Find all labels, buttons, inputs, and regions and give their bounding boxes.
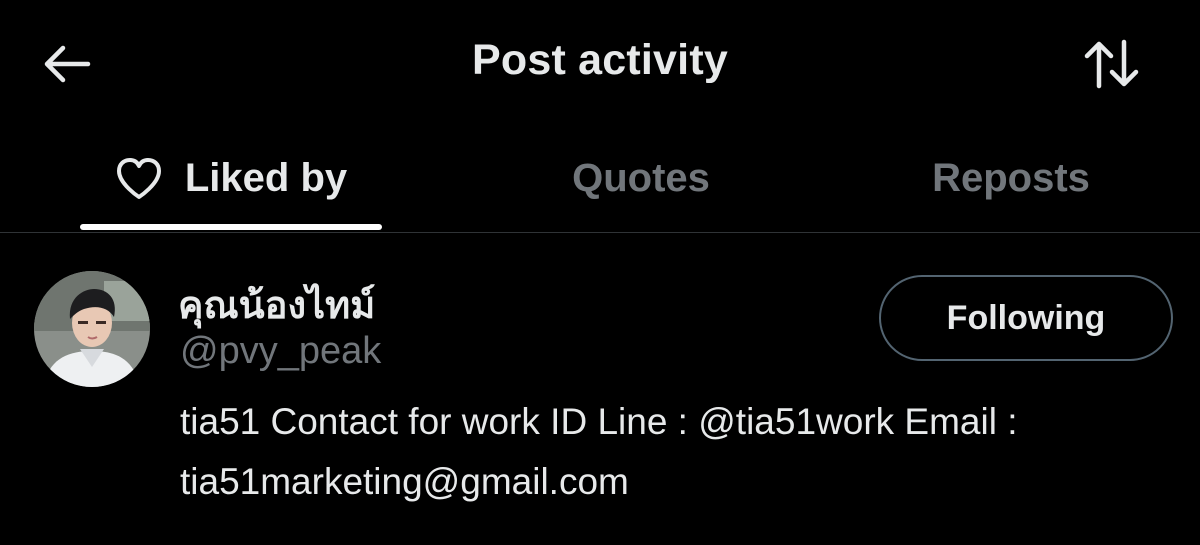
user-list-item[interactable]: คุณน้องไทม์ @pvy_peak Following tia51 Co… bbox=[0, 232, 1200, 545]
activity-tabs: Liked by Quotes Reposts bbox=[0, 125, 1200, 233]
following-button[interactable]: Following bbox=[879, 275, 1173, 361]
tab-liked-by-label: Liked by bbox=[184, 156, 348, 200]
user-handle[interactable]: @pvy_peak bbox=[180, 330, 381, 373]
heart-icon bbox=[115, 157, 163, 201]
bio-line: tia51marketing@gmail.com bbox=[180, 461, 629, 502]
tab-reposts-label: Reposts bbox=[932, 156, 1090, 200]
user-display-name[interactable]: คุณน้องไทม์ bbox=[178, 274, 375, 335]
page-title: Post activity bbox=[472, 36, 728, 84]
tab-quotes-label: Quotes bbox=[572, 156, 710, 200]
sort-arrows-icon bbox=[1084, 39, 1139, 89]
top-bar: Post activity bbox=[0, 0, 1200, 125]
active-tab-indicator bbox=[80, 224, 382, 230]
tab-quotes[interactable]: Quotes bbox=[466, 125, 816, 232]
user-bio: tia51 Contact for work ID Line : @tia51w… bbox=[180, 392, 1180, 512]
following-button-label: Following bbox=[946, 298, 1106, 337]
avatar[interactable] bbox=[34, 271, 150, 387]
tab-reposts[interactable]: Reposts bbox=[836, 125, 1186, 232]
bio-line: tia51 Contact for work ID Line : @tia51w… bbox=[180, 401, 1018, 442]
tab-liked-by[interactable]: Liked by bbox=[56, 125, 406, 232]
sort-button[interactable] bbox=[1080, 36, 1144, 92]
